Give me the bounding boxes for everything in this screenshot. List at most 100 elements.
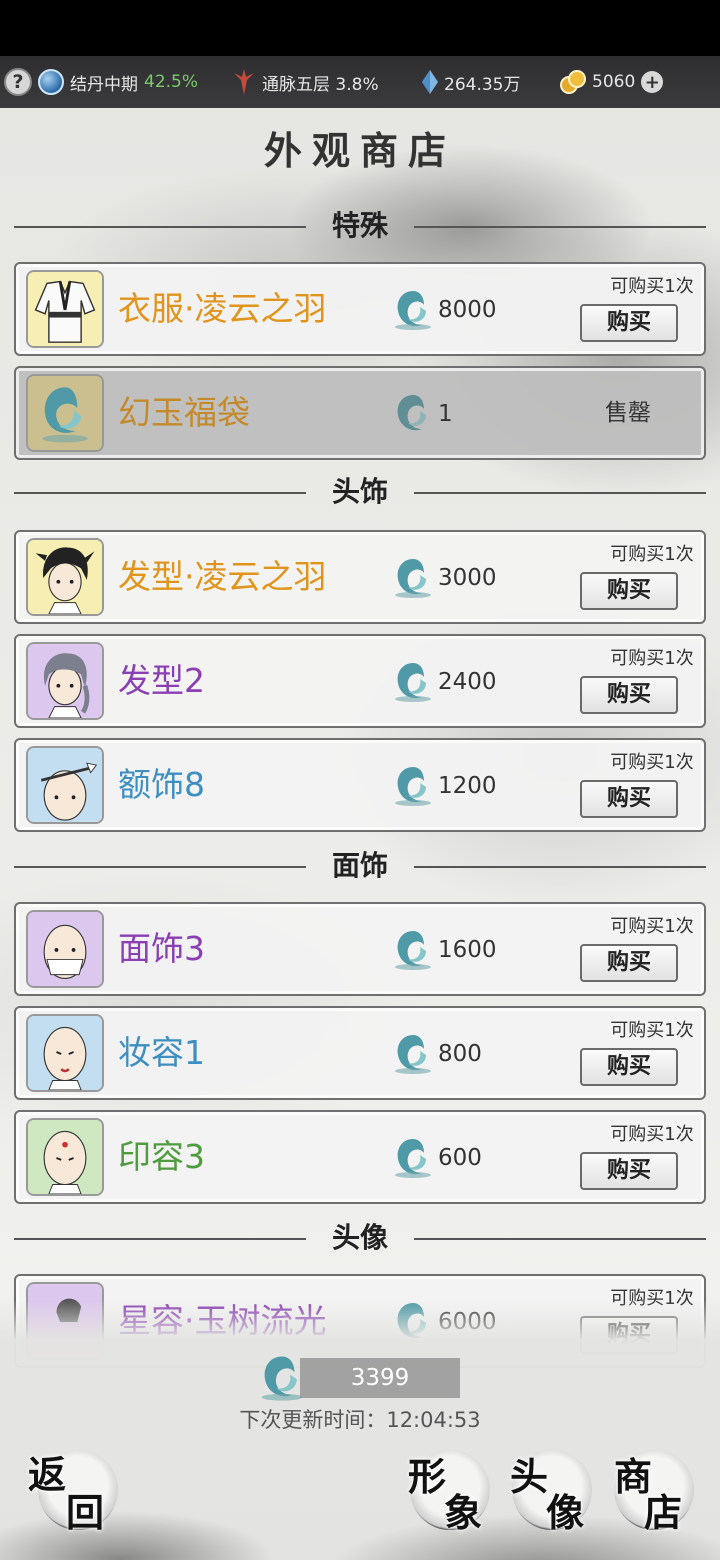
item-price-value: 800 (438, 1041, 482, 1067)
gold-count: 5060 (592, 72, 636, 92)
item-price-value: 1 (438, 401, 453, 427)
jade-currency-icon (395, 559, 431, 598)
shop-item-card: 额饰8 1200 可购买1次 购买 (14, 738, 706, 832)
crystal-icon (422, 70, 438, 94)
shop-item-card: 妆容1 800 可购买1次 购买 (14, 1006, 706, 1100)
item-thumbnail (26, 374, 104, 452)
item-name: 额饰8 (118, 765, 205, 804)
hairstyle-portrait-icon (28, 540, 102, 614)
shop-item-card-sold-out: 幻玉福袋 1 售罄 (14, 366, 706, 460)
item-price: 3000 (390, 554, 497, 602)
refresh-timer: 下次更新时间：12:04:53 (239, 1408, 481, 1432)
item-thumbnail (26, 1014, 104, 1092)
item-price-value: 3000 (438, 565, 497, 591)
item-price: 8000 (390, 286, 497, 334)
purchase-limit: 可购买1次 (610, 916, 694, 937)
cultivation-orb-icon (38, 69, 64, 95)
shop-item-card: 面饰3 1600 可购买1次 购买 (14, 902, 706, 996)
purchase-limit: 可购买1次 (610, 1124, 694, 1145)
section-header-special: 特殊 (14, 206, 706, 246)
purchase-limit: 可购买1次 (610, 276, 694, 297)
item-price-value: 8000 (438, 297, 497, 323)
spirit-stone-count: 264.35万 (444, 74, 521, 95)
robe-icon (28, 272, 102, 346)
meridian-resource: 通脉五层 3.8% (232, 56, 379, 108)
section-label: 头像 (331, 1221, 388, 1254)
meridian-icon (234, 69, 254, 95)
item-name: 面饰3 (118, 929, 205, 968)
jade-balance-value: 3399 (300, 1358, 460, 1398)
nav-char-bottom: 象 (444, 1490, 483, 1535)
nav-char-top: 形 (408, 1454, 447, 1499)
nav-appearance-button[interactable]: 形 象 (404, 1444, 504, 1544)
section-header-face: 面饰 (14, 846, 706, 886)
item-thumbnail (26, 746, 104, 824)
jade-currency-icon (395, 291, 431, 330)
help-button[interactable]: ? (4, 56, 32, 108)
gold-resource: 5060 + (560, 56, 664, 108)
status-bar (0, 0, 720, 56)
nav-shop-button[interactable]: 商 店 (608, 1444, 708, 1544)
back-char-1: 返 (28, 1452, 67, 1497)
item-name: 衣服·凌云之羽 (118, 289, 327, 328)
realm-label: 结丹中期 (70, 74, 138, 95)
back-char-2: 回 (66, 1490, 105, 1535)
jade-currency-icon (395, 931, 431, 970)
buy-button[interactable]: 购买 (580, 780, 678, 818)
buy-button[interactable]: 购买 (580, 1048, 678, 1086)
section-header-headwear: 头饰 (14, 472, 706, 512)
item-thumbnail (26, 538, 104, 616)
item-price-value: 2400 (438, 669, 497, 695)
forehead-mark-icon (28, 1120, 102, 1194)
buy-button[interactable]: 购买 (580, 1152, 678, 1190)
sold-out-label: 售罄 (605, 400, 651, 426)
item-price: 1 (390, 390, 453, 438)
buy-button[interactable]: 购买 (580, 676, 678, 714)
item-price-value: 600 (438, 1145, 482, 1171)
item-price: 1200 (390, 762, 497, 810)
section-label: 头饰 (331, 475, 388, 508)
section-label: 面饰 (331, 849, 388, 882)
jade-currency-icon (395, 663, 431, 702)
gold-coin-icon (560, 70, 586, 94)
item-name: 发型·凌云之羽 (118, 557, 327, 596)
jade-currency-icon (395, 1139, 431, 1178)
realm-progress: 42.5% (144, 72, 199, 92)
resource-bar: ? 结丹中期 42.5% 通脉五层 3.8% 264.35万 5060 + (0, 56, 720, 108)
item-price-value: 1600 (438, 937, 497, 963)
add-gold-icon[interactable]: + (641, 71, 664, 93)
jade-currency-icon (397, 395, 426, 431)
back-button[interactable]: 返 回 (28, 1444, 128, 1544)
nav-avatar-button[interactable]: 头 像 (506, 1444, 606, 1544)
section-label: 特殊 (331, 209, 388, 242)
item-name: 印容3 (118, 1137, 205, 1176)
buy-button[interactable]: 购买 (580, 572, 678, 610)
item-price: 600 (390, 1134, 482, 1182)
jade-currency-icon (395, 1035, 431, 1074)
item-thumbnail (26, 1118, 104, 1196)
item-price: 2400 (390, 658, 497, 706)
shop-item-card: 衣服·凌云之羽 8000 可购买1次 购买 (14, 262, 706, 356)
item-name: 妆容1 (118, 1033, 205, 1072)
item-name: 发型2 (118, 661, 205, 700)
jade-balance: 3399 (256, 1352, 460, 1404)
jade-bag-icon (28, 376, 102, 450)
buy-button[interactable]: 购买 (580, 304, 678, 342)
shop-item-card: 发型2 2400 可购买1次 购买 (14, 634, 706, 728)
item-thumbnail (26, 910, 104, 988)
nav-char-bottom: 店 (644, 1490, 683, 1535)
forehead-ornament-icon (28, 748, 102, 822)
item-name: 幻玉福袋 (118, 393, 250, 432)
help-icon[interactable]: ? (4, 68, 32, 96)
realm-resource: 结丹中期 42.5% (38, 56, 198, 108)
hairstyle-portrait-icon (28, 644, 102, 718)
item-thumbnail (26, 270, 104, 348)
purchase-limit: 可购买1次 (610, 544, 694, 565)
nav-char-top: 头 (510, 1454, 549, 1499)
jade-currency-icon (395, 767, 431, 806)
section-header-avatar: 头像 (14, 1218, 706, 1258)
item-price: 1600 (390, 926, 497, 974)
page-title: 外观商店 (263, 128, 456, 173)
item-price: 800 (390, 1030, 482, 1078)
buy-button[interactable]: 购买 (580, 944, 678, 982)
